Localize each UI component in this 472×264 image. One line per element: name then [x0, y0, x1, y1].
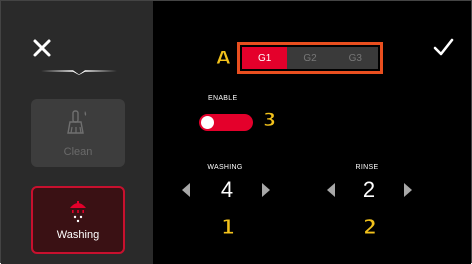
group-option-g2[interactable]: G2 [287, 47, 332, 69]
app-window: Clean Washing A G1 G2 G3 ENABLE 3 WASHIN… [0, 0, 472, 264]
ornament-divider [41, 70, 117, 75]
shower-icon [33, 196, 123, 224]
callout-2: 2 [363, 215, 378, 239]
rinse-increment-arrow[interactable] [404, 183, 412, 197]
main-panel [153, 1, 471, 264]
clean-mode-button[interactable]: Clean [31, 99, 125, 167]
confirm-button[interactable] [431, 35, 455, 59]
group-option-g1[interactable]: G1 [242, 47, 288, 69]
close-button[interactable] [31, 37, 53, 59]
washing-label: WASHING [207, 164, 243, 171]
brush-icon [31, 109, 125, 137]
washing-mode-button[interactable]: Washing [31, 186, 125, 254]
group-segmented-control: G1 G2 G3 [242, 47, 378, 69]
washing-value: 4 [220, 177, 234, 202]
washing-increment-arrow[interactable] [262, 183, 270, 197]
washing-decrement-arrow[interactable] [182, 183, 190, 197]
enable-label: ENABLE [208, 95, 238, 102]
checkmark-icon [433, 38, 454, 56]
enable-toggle[interactable] [199, 114, 253, 131]
callout-3: 3 [262, 109, 277, 131]
rinse-decrement-arrow[interactable] [327, 183, 335, 197]
callout-a: A [216, 47, 232, 69]
clean-mode-label: Clean [63, 146, 93, 158]
rinse-label: RINSE [355, 164, 379, 171]
callout-1: 1 [221, 215, 236, 239]
group-selector: G1 G2 G3 [237, 42, 383, 74]
group-option-g3[interactable]: G3 [333, 47, 378, 69]
close-icon [33, 39, 51, 57]
toggle-knob [201, 116, 214, 129]
washing-mode-label: Washing [56, 229, 100, 241]
rinse-value: 2 [362, 177, 376, 202]
